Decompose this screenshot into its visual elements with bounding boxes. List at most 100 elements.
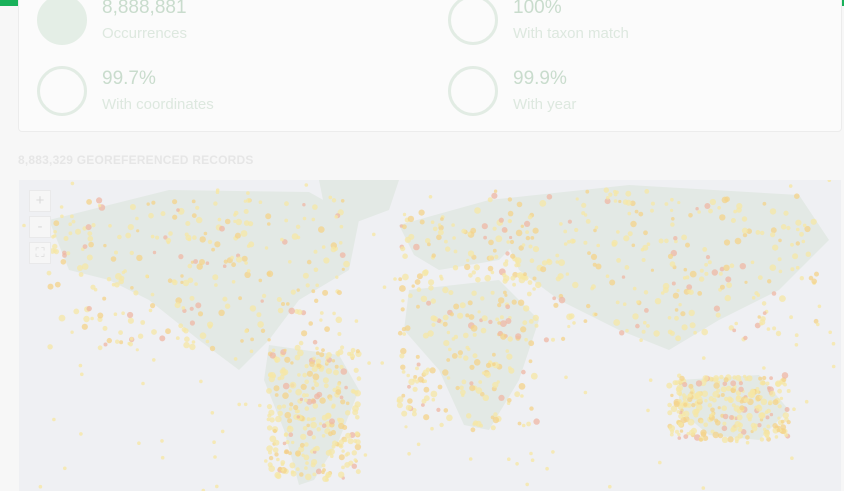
density-dot — [246, 198, 252, 203]
density-dot — [555, 260, 560, 264]
density-dot — [750, 260, 755, 265]
stat-year[interactable]: 99.9% With year — [448, 66, 828, 126]
density-dot — [723, 264, 730, 271]
density-dot — [729, 415, 734, 420]
density-dot — [515, 462, 519, 466]
density-dot — [581, 202, 587, 208]
density-dot — [727, 397, 734, 404]
stat-coordinates[interactable]: 99.7% With coordinates — [37, 66, 417, 126]
density-dot — [75, 228, 81, 235]
density-dot — [260, 299, 264, 303]
density-dot — [677, 201, 681, 205]
density-dot — [59, 205, 64, 209]
density-dot — [309, 361, 315, 367]
density-dot — [497, 303, 502, 308]
density-dot — [191, 213, 197, 218]
density-dot — [530, 372, 538, 380]
density-dot — [506, 240, 511, 244]
density-dot — [297, 373, 301, 377]
density-dot — [730, 388, 736, 393]
density-dot — [585, 219, 591, 224]
density-dot — [751, 296, 756, 300]
density-dot — [337, 382, 341, 386]
density-dot — [467, 300, 473, 306]
zoom-out-button[interactable]: - — [29, 216, 51, 238]
density-dot — [428, 195, 433, 199]
density-dot — [653, 330, 660, 337]
density-dot — [81, 263, 89, 270]
density-dot — [337, 332, 342, 336]
density-dot — [62, 250, 67, 255]
density-dot — [323, 383, 329, 389]
density-dot — [353, 367, 359, 373]
density-dot — [304, 364, 309, 369]
coordinates-ring-icon — [37, 66, 87, 116]
density-dot — [52, 417, 56, 422]
density-dot — [301, 330, 308, 337]
density-dot — [267, 413, 272, 418]
density-dot — [495, 235, 503, 243]
density-dot — [468, 457, 473, 461]
density-dot — [224, 303, 231, 309]
density-dot — [281, 302, 285, 306]
density-dot — [679, 402, 683, 406]
density-dot — [318, 422, 323, 426]
density-dot — [205, 339, 210, 344]
density-dot — [191, 340, 196, 344]
density-dot — [423, 395, 430, 402]
density-dot — [609, 279, 616, 286]
density-dot — [525, 482, 529, 487]
density-dot — [439, 422, 444, 428]
density-dot — [768, 400, 773, 405]
fullscreen-button[interactable]: ⛶ — [29, 242, 51, 264]
density-dot — [762, 201, 767, 206]
density-dot — [492, 362, 496, 366]
density-dot — [53, 220, 60, 227]
density-dot — [414, 279, 421, 285]
density-dot — [795, 265, 800, 270]
density-dot — [446, 358, 451, 362]
density-dot — [776, 428, 781, 433]
density-dot — [289, 402, 294, 407]
density-dot — [636, 300, 640, 304]
density-dot — [770, 227, 777, 234]
density-dot — [402, 212, 407, 217]
density-dot — [79, 432, 83, 436]
density-dot — [618, 199, 622, 204]
density-dot — [351, 450, 357, 456]
density-dot — [695, 380, 703, 387]
density-dot — [257, 321, 264, 328]
density-dot — [507, 210, 514, 217]
density-dot — [108, 224, 112, 228]
density-dot — [605, 274, 610, 278]
density-dot — [757, 315, 761, 319]
density-dot — [712, 397, 717, 403]
density-dot — [470, 227, 477, 234]
density-dot — [282, 392, 289, 399]
density-dot — [508, 219, 512, 223]
map-canvas[interactable] — [19, 180, 841, 491]
density-dot — [288, 307, 296, 315]
density-dot — [451, 353, 458, 359]
density-dot — [127, 317, 134, 324]
density-dot — [282, 441, 287, 446]
density-dot — [268, 450, 272, 455]
density-dot — [235, 218, 242, 226]
density-dot — [243, 402, 248, 407]
density-dot — [613, 189, 617, 194]
density-dot — [196, 216, 203, 224]
occurrence-map[interactable]: + - ⛶ — [19, 180, 841, 491]
stat-occurrences[interactable]: 8,888,881 Occurrences — [37, 0, 417, 55]
density-dot — [356, 376, 362, 381]
density-dot — [526, 421, 531, 427]
density-dot — [509, 239, 515, 245]
density-dot — [267, 338, 271, 342]
density-dot — [667, 410, 673, 416]
density-dot — [465, 345, 470, 350]
density-dot — [648, 378, 653, 382]
stat-taxon-match[interactable]: 100% With taxon match — [448, 0, 828, 55]
density-dot — [129, 204, 136, 210]
density-dot — [181, 327, 187, 332]
zoom-in-button[interactable]: + — [29, 190, 51, 212]
density-dot — [782, 412, 789, 419]
